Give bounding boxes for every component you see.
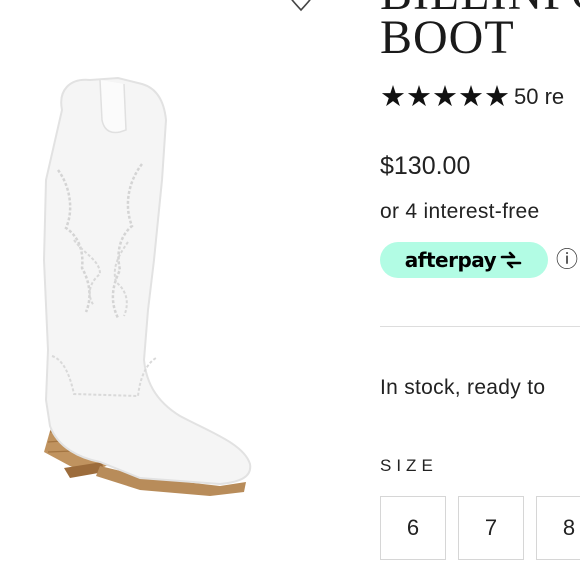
product-price: $130.00 (380, 152, 471, 180)
size-selector: 6 7 8 (380, 496, 580, 560)
section-divider (380, 326, 580, 327)
star-rating-icon: ★★★★★ (380, 81, 510, 113)
review-count-link[interactable]: 50 re (514, 82, 564, 112)
afterpay-arrow-icon (500, 251, 522, 269)
title-line-2: BOOT (380, 11, 515, 64)
boot-product-image[interactable] (30, 60, 270, 500)
size-option-6[interactable]: 6 (380, 496, 446, 560)
size-option-7[interactable]: 7 (458, 496, 524, 560)
size-option-8[interactable]: 8 (536, 496, 580, 560)
heart-icon[interactable] (284, 0, 318, 16)
product-image-gallery (0, 0, 350, 580)
installments-text: or 4 interest-free (380, 200, 540, 223)
afterpay-badge[interactable]: afterpay (380, 242, 548, 278)
product-title: BILLINFO BOOT (380, 0, 580, 62)
product-info-panel: BILLINFO BOOT ★★★★★ 50 re $130.00 or 4 i… (380, 0, 580, 580)
info-icon[interactable]: ⓘ (556, 242, 578, 278)
rating-row[interactable]: ★★★★★ 50 re (380, 82, 564, 112)
afterpay-row: afterpay ⓘ (380, 242, 578, 278)
afterpay-logo-text: afterpay (404, 248, 497, 272)
stock-status: In stock, ready to (380, 376, 546, 399)
size-label: SIZE (380, 456, 438, 475)
